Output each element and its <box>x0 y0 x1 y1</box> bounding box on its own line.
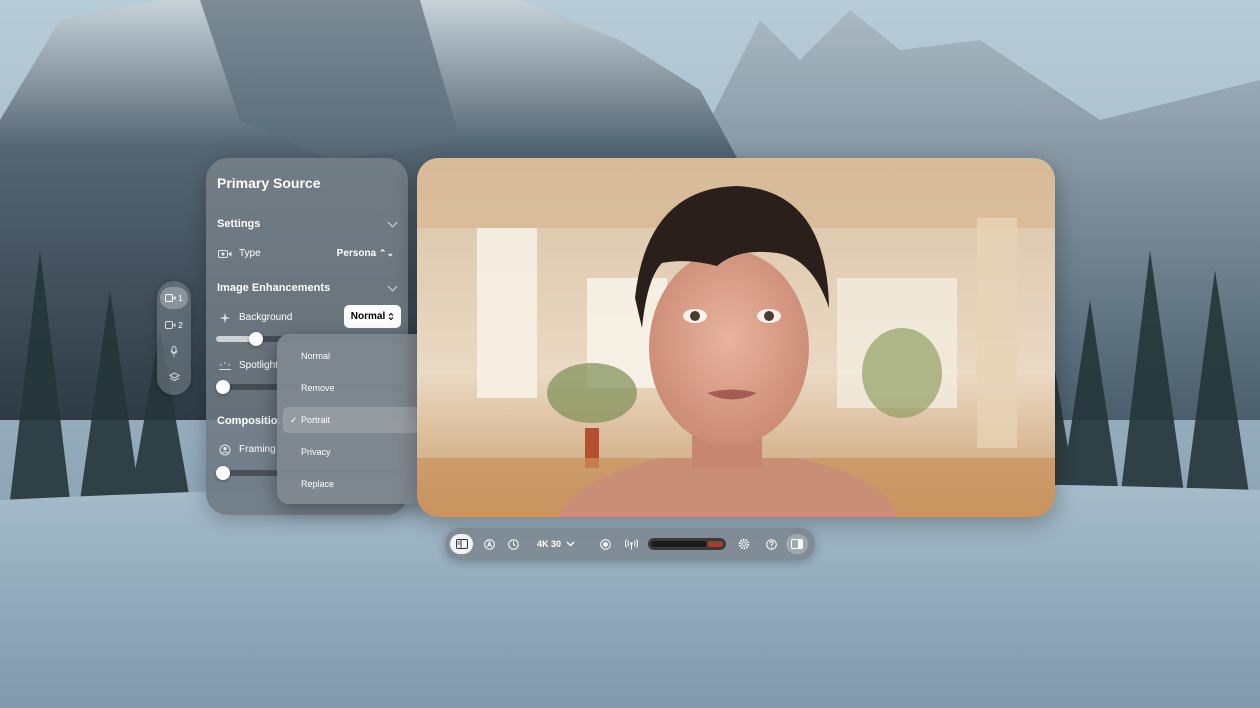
gear-icon <box>738 538 750 550</box>
settings-heading[interactable]: Settings <box>217 218 260 230</box>
composition-heading[interactable]: Composition <box>217 415 284 427</box>
rail-camera-1[interactable]: 1 <box>160 287 188 309</box>
menu-item-normal[interactable]: Normal <box>283 343 426 369</box>
camera-preview[interactable] <box>417 158 1055 517</box>
menu-item-remove[interactable]: Remove <box>283 375 426 401</box>
audio-level-meter <box>648 538 726 550</box>
layers-icon <box>168 371 180 381</box>
camera-icon <box>165 294 176 302</box>
persona-video-image <box>417 158 1055 517</box>
chevron-down-icon <box>566 541 575 547</box>
sidebar-right-button[interactable] <box>786 534 808 554</box>
background-mode-value: Normal <box>350 311 386 322</box>
framing-label: Framing <box>239 444 276 455</box>
image-enhancements-heading[interactable]: Image Enhancements <box>217 282 330 294</box>
spotlight-icon <box>218 359 232 373</box>
menu-item-label: Remove <box>301 383 335 393</box>
rail-layers[interactable] <box>160 366 188 388</box>
background-mode-button[interactable]: Normal <box>344 305 401 328</box>
framing-icon <box>218 443 232 457</box>
settings-button[interactable] <box>734 534 754 554</box>
slider-thumb[interactable] <box>216 466 230 480</box>
sidebar-right-icon <box>791 539 803 549</box>
up-down-chevron-icon <box>388 312 394 321</box>
up-down-chevron-icon: ⌃⌄ <box>378 248 394 258</box>
menu-item-label: Privacy <box>301 447 331 457</box>
menu-item-privacy[interactable]: Privacy <box>283 439 426 465</box>
resolution-label: 4K 30 <box>536 539 562 549</box>
chevron-down-icon[interactable] <box>387 217 398 228</box>
resolution-select[interactable]: 4K 30 <box>531 534 581 554</box>
timer-button[interactable] <box>503 534 523 554</box>
clock-icon <box>507 538 519 550</box>
chevron-down-icon[interactable] <box>387 281 398 292</box>
help-icon <box>765 538 777 550</box>
rail-camera-1-label: 1 <box>178 293 183 303</box>
source-rail: 1 2 <box>157 281 191 395</box>
broadcast-icon <box>624 538 638 549</box>
type-select[interactable]: Persona ⌃⌄ <box>337 248 394 259</box>
rail-camera-2[interactable]: 2 <box>160 314 188 336</box>
record-button[interactable] <box>595 534 615 554</box>
camera-icon <box>165 321 176 329</box>
sparkle-icon <box>218 311 232 325</box>
spotlight-label: Spotlight <box>239 360 278 371</box>
type-value: Persona <box>336 248 377 259</box>
menu-item-label: Replace <box>301 479 335 489</box>
auto-adjust-button[interactable] <box>479 534 499 554</box>
persona-icon <box>218 247 232 261</box>
background-mode-menu: Normal Remove ✓ Portrait Privacy Replace <box>277 334 432 504</box>
broadcast-button[interactable] <box>621 534 641 554</box>
type-label: Type <box>239 248 261 259</box>
auto-icon <box>483 538 495 550</box>
microphone-icon <box>170 345 178 356</box>
menu-item-label: Normal <box>301 351 331 361</box>
rail-camera-2-label: 2 <box>178 320 183 330</box>
audio-level-fill <box>651 541 708 547</box>
audio-peak-fill <box>707 541 723 547</box>
help-button[interactable] <box>761 534 781 554</box>
bottom-toolbar: 4K 30 <box>445 528 815 560</box>
panel-title: Primary Source <box>217 175 321 191</box>
menu-item-label: Portrait <box>301 415 331 425</box>
slider-thumb[interactable] <box>216 380 230 394</box>
menu-item-replace[interactable]: Replace <box>283 471 426 497</box>
layout-toggle-button[interactable] <box>450 534 473 554</box>
sidebar-icon <box>455 539 468 549</box>
record-icon <box>599 538 611 550</box>
menu-item-portrait[interactable]: ✓ Portrait <box>283 407 426 433</box>
checkmark-icon: ✓ <box>290 415 298 425</box>
slider-thumb[interactable] <box>248 332 263 346</box>
background-label: Background <box>239 312 293 323</box>
rail-microphone[interactable] <box>160 340 188 362</box>
